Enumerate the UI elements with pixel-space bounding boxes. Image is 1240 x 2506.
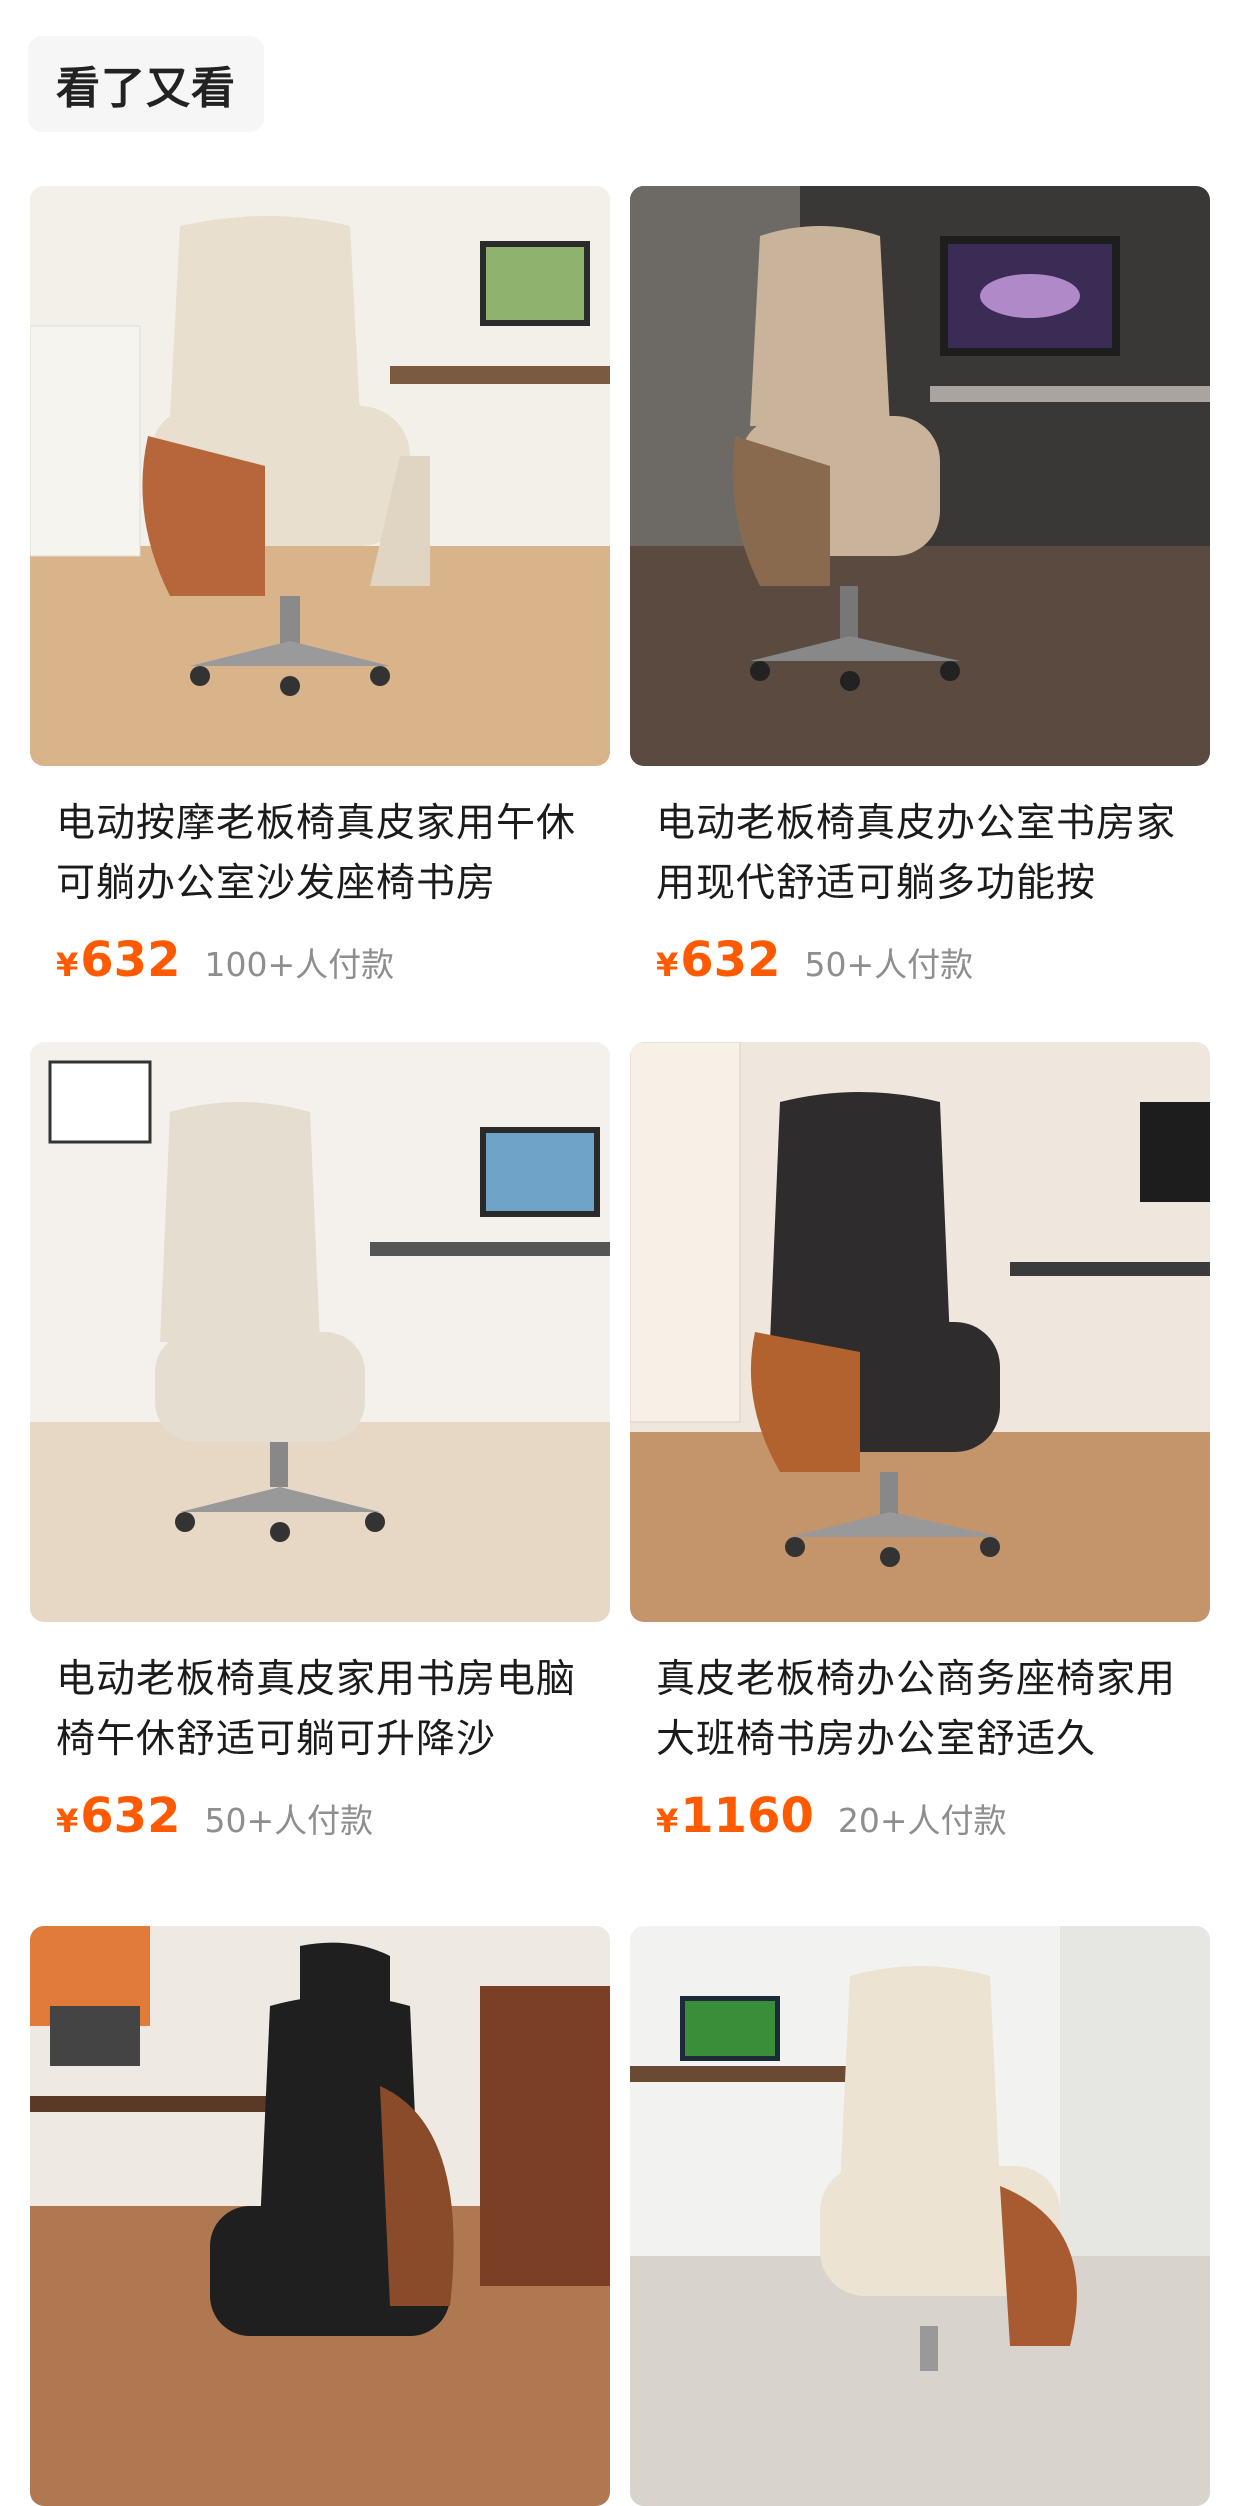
product-price: 632 [680,932,781,988]
chair-image [630,186,1210,766]
product-title[interactable]: 电动按摩老板椅真皮家用午休可躺办公室沙发座椅书房 [30,794,596,914]
product-title[interactable]: 电动老板椅真皮办公室书房家用现代舒适可躺多功能按 [630,794,1196,914]
chair-image [630,1042,1210,1622]
product-image[interactable] [630,1926,1210,2506]
product-card[interactable]: 电动老板椅真皮家用书房电脑椅午休舒适可躺可升降沙 ¥ 632 50+人付款 [30,1042,610,1848]
product-image[interactable] [30,1926,610,2506]
sales-count: 50+人付款 [204,1801,374,1840]
chair-image [630,1926,1210,2506]
product-price: 632 [80,932,181,988]
product-title[interactable]: 电动老板椅真皮家用书房电脑椅午休舒适可躺可升降沙 [30,1650,596,1770]
product-card[interactable]: 电动按摩老板椅真皮家用午休可躺办公室沙发座椅书房 ¥ 632 100+人付款 [30,186,610,992]
product-title[interactable]: 真皮老板椅办公商务座椅家用大班椅书房办公室舒适久 [630,1650,1196,1770]
chair-image [30,186,610,766]
price-row: ¥ 632 50+人付款 [30,1788,610,1848]
product-image[interactable] [630,1042,1210,1622]
product-card[interactable]: 真皮老板椅办公商务座椅家用大班椅书房办公室舒适久 ¥ 1160 20+人付款 [630,1042,1210,1848]
chair-image [30,1042,610,1622]
product-price: 632 [80,1788,181,1844]
price-row: ¥ 632 50+人付款 [630,932,1210,992]
product-image[interactable] [30,186,610,766]
product-image[interactable] [30,1042,610,1622]
currency-symbol: ¥ [656,946,679,984]
sales-count: 20+人付款 [837,1801,1007,1840]
currency-symbol: ¥ [656,1802,679,1840]
currency-symbol: ¥ [56,946,79,984]
product-card[interactable] [630,1926,1210,2506]
sales-count: 50+人付款 [804,945,974,984]
price-row: ¥ 632 100+人付款 [30,932,610,992]
product-card[interactable] [30,1926,610,2506]
product-card[interactable]: 电动老板椅真皮办公室书房家用现代舒适可躺多功能按 ¥ 632 50+人付款 [630,186,1210,992]
chair-image [30,1926,610,2506]
price-row: ¥ 1160 20+人付款 [630,1788,1210,1848]
section-title: 看了又看 [28,36,264,132]
currency-symbol: ¥ [56,1802,79,1840]
product-price: 1160 [680,1788,814,1844]
product-image[interactable] [630,186,1210,766]
sales-count: 100+人付款 [204,945,395,984]
